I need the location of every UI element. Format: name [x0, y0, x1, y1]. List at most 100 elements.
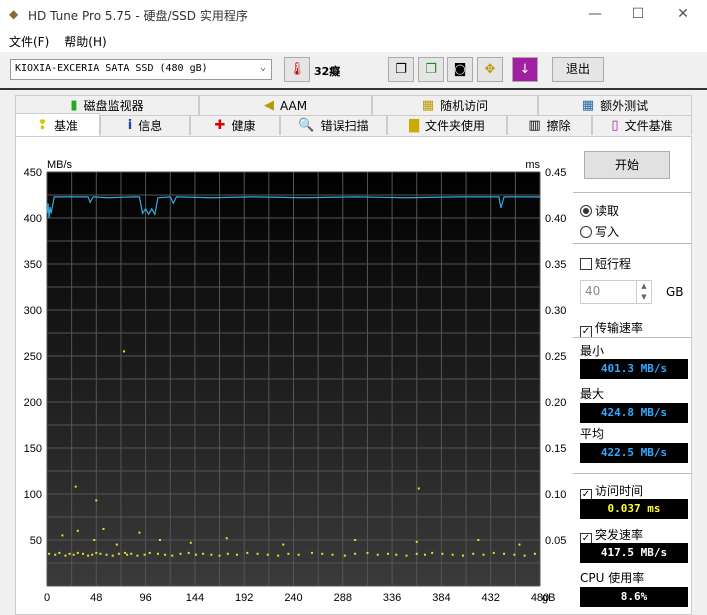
divider — [573, 192, 691, 193]
access-time-point — [189, 541, 192, 544]
screenshot-icon[interactable]: ◙ — [447, 57, 473, 82]
transfer-rate-checkbox[interactable]: ✓ 传输速率 — [580, 319, 643, 338]
tab-disk-monitor[interactable]: ▮ 磁盘监视器 — [15, 95, 199, 115]
tab-health[interactable]: ✚ 健康 — [190, 115, 280, 135]
burst-rate-label: 突发速率 — [595, 528, 644, 542]
y2-tick-label: 0.40 — [545, 213, 566, 225]
speaker-icon: ◀ — [263, 98, 274, 113]
access-time-point — [158, 539, 161, 541]
lightbulb-icon: ❢ — [37, 117, 48, 133]
tab-label: 随机访问 — [440, 99, 489, 113]
tab-erase[interactable]: ▥ 擦除 — [507, 115, 592, 135]
short-stroke-stepper[interactable]: 40 ▲ ▼ — [580, 280, 652, 304]
tab-benchmark[interactable]: ❢ 基准 — [15, 113, 100, 136]
minimize-button[interactable]: — — [585, 6, 605, 22]
access-time-point — [72, 553, 75, 556]
access-time-point — [95, 499, 98, 502]
drive-select[interactable]: KIOXIA-EXCERIA SATA SSD (480 gB) ⌄ — [10, 59, 272, 80]
tab-info[interactable]: i 信息 — [100, 115, 190, 135]
tab-random-access[interactable]: ▦ 随机访问 — [372, 95, 538, 115]
access-time-value: 0.037 ms — [580, 499, 688, 519]
tab-file-benchmark[interactable]: ▯ 文件基准 — [592, 115, 692, 135]
x-tick-label: 432 — [482, 592, 500, 604]
tab-label: 错误扫描 — [320, 119, 369, 133]
access-time-point — [87, 554, 90, 557]
temperature-button[interactable]: 🌡 — [284, 57, 310, 82]
window-title: HD Tune Pro 5.75 - 硬盘/SSD 实用程序 — [28, 8, 248, 23]
access-time-point — [99, 552, 102, 555]
tab-error-scan[interactable]: 🔍 错误扫描 — [280, 115, 387, 135]
access-time-point — [218, 554, 221, 557]
access-time-point — [102, 527, 105, 530]
info-icon: i — [127, 118, 133, 133]
close-button[interactable]: ✕ — [673, 6, 693, 22]
menu-help[interactable]: 帮助(H) — [64, 33, 106, 50]
access-time-point — [503, 552, 506, 555]
access-time-point — [226, 552, 229, 555]
save-download-icon[interactable]: ↓ — [512, 57, 538, 82]
access-time-point — [415, 540, 418, 543]
access-time-point — [246, 551, 249, 554]
file-bulb-icon: ▯ — [611, 118, 619, 133]
access-time-point — [395, 553, 398, 556]
x-unit-label: gB — [542, 592, 555, 604]
access-time-point — [105, 553, 108, 556]
tab-extra-tests[interactable]: ▦ 额外测试 — [538, 95, 692, 115]
access-time-point — [417, 487, 420, 490]
health-cross-icon: ✚ — [214, 118, 226, 133]
benchmark-chart: 0 48 96 144 192 240 288 336 384 432 480gB501001502… — [24, 159, 567, 604]
cpu-usage-label: CPU 使用率 — [580, 571, 645, 585]
y2-tick-label: 0.05 — [545, 535, 566, 547]
access-time-point — [533, 552, 536, 555]
options-icon[interactable]: ✥ — [477, 57, 503, 82]
drive-name: KIOXIA-EXCERIA SATA SSD (480 gB) — [15, 63, 208, 74]
tab-label: 额外测试 — [600, 99, 649, 113]
access-time-point — [405, 554, 408, 557]
start-button[interactable]: 开始 — [584, 151, 670, 179]
access-time-point — [451, 553, 454, 556]
access-time-point — [117, 552, 120, 555]
short-stroke-checkbox[interactable]: 短行程 — [580, 255, 631, 272]
gb-unit: GB — [666, 285, 684, 299]
menu-file[interactable]: 文件(F) — [9, 33, 49, 50]
x-tick-label: 384 — [432, 592, 450, 604]
exit-button[interactable]: 退出 — [552, 57, 604, 82]
read-radio[interactable]: 读取 — [580, 202, 619, 219]
access-time-point — [225, 537, 228, 540]
x-tick-label: 240 — [284, 592, 302, 604]
access-time-point — [310, 551, 313, 554]
access-time-point — [123, 350, 126, 353]
tab-label: 文件夹使用 — [424, 119, 485, 133]
access-time-point — [61, 534, 64, 537]
copy-info-icon[interactable]: ❐ — [388, 57, 414, 82]
y-tick-label: 400 — [24, 213, 42, 225]
access-time-point — [297, 553, 300, 556]
stepper-arrows[interactable]: ▲ ▼ — [636, 281, 651, 303]
y2-tick-label: 0.25 — [545, 351, 566, 363]
access-time-point — [321, 552, 324, 555]
access-time-point — [202, 552, 205, 555]
access-time-point — [58, 551, 61, 554]
read-label: 读取 — [595, 204, 620, 218]
access-time-point — [423, 553, 426, 556]
y-tick-label: 200 — [24, 397, 42, 409]
access-time-point — [431, 551, 434, 554]
access-time-point — [179, 552, 182, 555]
maximize-button[interactable]: ☐ — [628, 6, 648, 22]
access-time-point — [492, 551, 495, 554]
tab-folder-usage[interactable]: ▇ 文件夹使用 — [387, 115, 507, 135]
min-value: 401.3 MB/s — [580, 359, 688, 379]
tab-aam[interactable]: ◀ AAM — [199, 95, 372, 115]
copy-all-icon[interactable]: ❐ — [418, 57, 444, 82]
write-radio[interactable]: 写入 — [580, 223, 619, 240]
access-time-point — [126, 553, 129, 556]
divider — [573, 337, 691, 338]
access-time-point — [93, 539, 96, 541]
calculator-icon: ▦ — [581, 98, 595, 113]
access-time-point — [482, 553, 485, 556]
max-label: 最大 — [580, 387, 605, 401]
chevron-down-icon: ⌄ — [259, 62, 266, 73]
access-time-point — [95, 551, 98, 554]
y-tick-label: 350 — [24, 259, 42, 271]
burst-rate-value: 417.5 MB/s — [580, 543, 688, 563]
